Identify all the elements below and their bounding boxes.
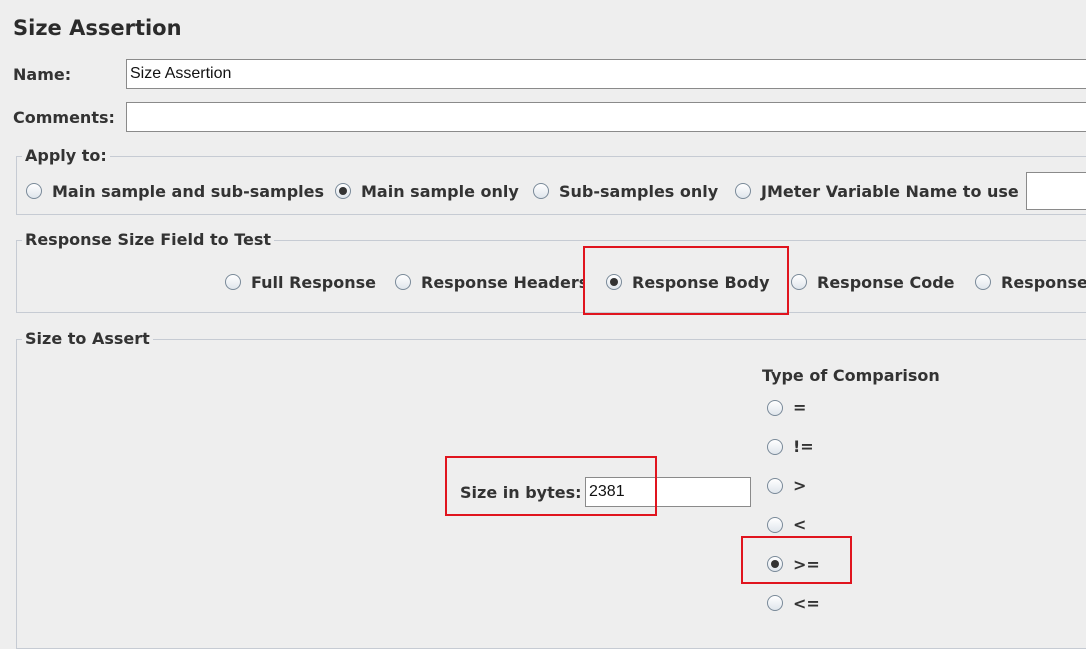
- apply-main-and-sub-label[interactable]: Main sample and sub-samples: [52, 182, 324, 201]
- apply-sub-only-radio[interactable]: [533, 183, 549, 199]
- apply-to-legend: Apply to:: [22, 146, 110, 165]
- apply-sub-only-label[interactable]: Sub-samples only: [559, 182, 718, 201]
- comparison-not-equal-radio[interactable]: [767, 439, 783, 455]
- apply-jmeter-variable-label[interactable]: JMeter Variable Name to use: [761, 182, 1019, 201]
- response-headers-radio[interactable]: [395, 274, 411, 290]
- response-message-radio[interactable]: [975, 274, 991, 290]
- full-response-label[interactable]: Full Response: [251, 273, 376, 292]
- apply-main-only-radio[interactable]: [335, 183, 351, 199]
- response-code-radio[interactable]: [791, 274, 807, 290]
- apply-main-and-sub-radio[interactable]: [26, 183, 42, 199]
- apply-jmeter-variable-radio[interactable]: [735, 183, 751, 199]
- response-headers-label[interactable]: Response Headers: [421, 273, 585, 292]
- name-label: Name:: [13, 65, 72, 84]
- comments-field[interactable]: [126, 102, 1086, 132]
- comparison-greater-label[interactable]: >: [793, 476, 806, 495]
- full-response-radio[interactable]: [225, 274, 241, 290]
- comparison-greater-radio[interactable]: [767, 478, 783, 494]
- size-in-bytes-highlight: [445, 456, 657, 516]
- comments-label: Comments:: [13, 108, 115, 127]
- response-field-legend: Response Size Field to Test: [22, 230, 275, 249]
- jmeter-variable-field[interactable]: [1026, 172, 1086, 210]
- response-message-label[interactable]: Response: [1001, 273, 1086, 292]
- comparison-less-radio[interactable]: [767, 517, 783, 533]
- comparison-less-equal-radio[interactable]: [767, 595, 783, 611]
- comparison-less-label[interactable]: <: [793, 515, 806, 534]
- page-title: Size Assertion: [13, 16, 182, 40]
- response-body-highlight: [583, 246, 789, 315]
- name-field[interactable]: Size Assertion: [126, 59, 1086, 89]
- greater-equal-highlight: [741, 536, 852, 584]
- response-code-label[interactable]: Response Code: [817, 273, 955, 292]
- comparison-title: Type of Comparison: [762, 366, 940, 385]
- comparison-not-equal-label[interactable]: !=: [793, 437, 814, 456]
- size-to-assert-legend: Size to Assert: [22, 329, 153, 348]
- apply-main-only-label[interactable]: Main sample only: [361, 182, 519, 201]
- comparison-less-equal-label[interactable]: <=: [793, 594, 820, 613]
- comparison-equal-label[interactable]: =: [793, 398, 806, 417]
- comparison-equal-radio[interactable]: [767, 400, 783, 416]
